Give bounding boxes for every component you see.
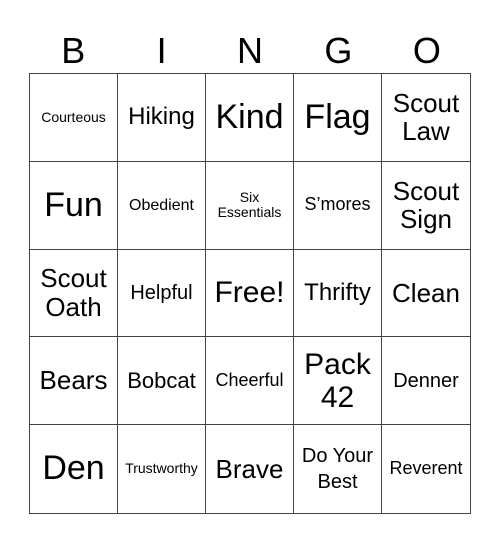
- bingo-cell[interactable]: Thrifty: [294, 249, 382, 338]
- bingo-cell[interactable]: Brave: [206, 425, 294, 513]
- header-letter-i: I: [156, 30, 167, 71]
- bingo-cell[interactable]: Scout Oath: [30, 249, 118, 338]
- bingo-cell[interactable]: Bears: [30, 337, 118, 426]
- bingo-cell[interactable]: Obedient: [118, 161, 206, 250]
- bingo-cell[interactable]: Helpful: [118, 249, 206, 338]
- bingo-cell[interactable]: Six Essentials: [206, 161, 294, 250]
- bingo-header: B I N G O: [29, 30, 471, 72]
- header-letter-o: O: [412, 30, 441, 71]
- header-letter-n: N: [237, 30, 264, 71]
- bingo-cell[interactable]: Cheerful: [206, 337, 294, 426]
- header-letter-g: G: [324, 30, 353, 71]
- free-space[interactable]: Free!: [206, 249, 294, 338]
- bingo-grid: Courteous Hiking Kind Flag Scout Law Fun…: [29, 73, 471, 514]
- bingo-cell[interactable]: Fun: [30, 161, 118, 250]
- bingo-cell[interactable]: Scout Law: [382, 74, 470, 162]
- bingo-cell[interactable]: Clean: [382, 250, 470, 338]
- bingo-cell[interactable]: Pack 42: [294, 337, 382, 426]
- bingo-cell[interactable]: Reverent: [382, 425, 470, 513]
- bingo-cell[interactable]: Kind: [206, 74, 294, 162]
- bingo-cell[interactable]: Trustworthy: [118, 425, 206, 513]
- bingo-cell[interactable]: Scout Sign: [382, 162, 470, 250]
- bingo-cell[interactable]: Hiking: [118, 74, 206, 162]
- bingo-cell[interactable]: Courteous: [30, 74, 118, 162]
- bingo-cell[interactable]: Den: [30, 425, 118, 513]
- bingo-cell[interactable]: Flag: [294, 74, 382, 162]
- bingo-cell[interactable]: S’mores: [294, 161, 382, 250]
- header-letter-b: B: [61, 30, 86, 71]
- bingo-cell[interactable]: Denner: [382, 337, 470, 426]
- bingo-cell[interactable]: Bobcat: [118, 337, 206, 426]
- bingo-cell[interactable]: Do Your Best: [294, 425, 382, 513]
